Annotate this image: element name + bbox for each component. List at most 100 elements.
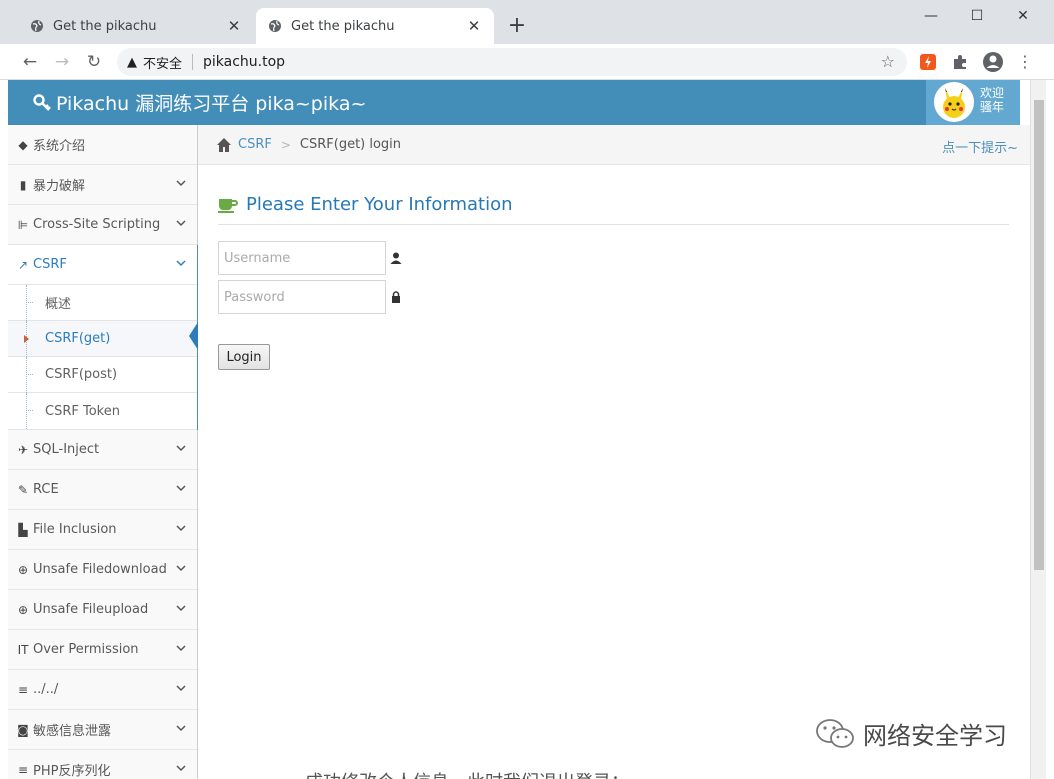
tree-line — [26, 357, 27, 393]
breadcrumb: CSRF > CSRF(get) login 点一下提示~ — [198, 125, 1030, 165]
tree-line — [26, 374, 33, 375]
reload-icon[interactable]: ↻ — [82, 50, 106, 74]
sidebar-subitem-csrf-post[interactable]: CSRF(post) — [8, 357, 197, 393]
welcome-text: 欢迎 骚年 — [980, 86, 1004, 114]
maximize-button[interactable]: ☐ — [954, 4, 1000, 28]
lock-icon — [392, 291, 400, 303]
user-menu[interactable]: 欢迎 骚年 — [926, 80, 1020, 125]
caption-text: 成功修改个人信息，此时我们退出登录： — [305, 768, 629, 779]
sitemap-icon: ⊫ — [17, 217, 29, 232]
username-field[interactable] — [218, 241, 386, 275]
share-icon: ↗ — [17, 257, 29, 272]
wechat-icon — [816, 718, 854, 748]
sidebar-item-sqli[interactable]: ✈ SQL-Inject — [8, 430, 197, 470]
sidebar-item-csrf[interactable]: ↗ CSRF — [8, 245, 197, 285]
breadcrumb-link[interactable]: CSRF — [238, 137, 272, 152]
address-bar[interactable]: ▲ 不安全 pikachu.top ☆ — [117, 48, 907, 76]
tree-line — [26, 393, 27, 429]
scrollbar-thumb[interactable] — [1034, 100, 1044, 570]
sidebar-item-label: Unsafe Fileupload — [33, 602, 149, 617]
tab-title: Get the pikachu — [291, 18, 395, 34]
sidebar-subitem-csrf-token[interactable]: CSRF Token — [8, 393, 197, 429]
file-icon: ▙ — [18, 522, 28, 537]
avatar[interactable] — [934, 82, 974, 122]
lock-icon: ▮ — [19, 177, 27, 192]
chevron-down-icon — [176, 260, 186, 267]
sidebar-item-label: Unsafe Filedownload — [33, 562, 167, 577]
close-tab-icon[interactable]: ✕ — [226, 17, 242, 35]
url-text[interactable]: pikachu.top — [203, 54, 285, 70]
sidebar-subitem-label: CSRF(post) — [45, 367, 118, 382]
browser-tab-active[interactable]: Get the pikachu ✕ — [256, 8, 494, 44]
chevron-down-icon — [176, 685, 186, 692]
sidebar: ◆ 系统介绍 ▮ 暴力破解 ⊫ Cross-Site Scripting ↗ C… — [8, 125, 198, 779]
forward-icon[interactable]: → — [50, 50, 74, 74]
back-icon[interactable]: ← — [18, 50, 42, 74]
chevron-down-icon — [176, 765, 186, 772]
page-header: Please Enter Your Information — [218, 194, 1009, 225]
pencil-icon: ✎ — [17, 482, 29, 497]
sidebar-item-label: 暴力破解 — [33, 179, 86, 194]
sidebar-item-infoleak[interactable]: ◙ 敏感信息泄露 — [8, 710, 197, 750]
align-left-icon: ≡ — [17, 682, 29, 697]
password-field[interactable] — [218, 280, 386, 314]
vertical-scrollbar[interactable] — [1030, 80, 1046, 779]
sidebar-item-label: 系统介绍 — [33, 139, 86, 154]
sidebar-item-label: RCE — [33, 482, 59, 497]
globe-icon — [31, 20, 43, 32]
brand-text: Pikachu 漏洞练习平台 pika~pika~ — [56, 93, 367, 115]
sidebar-subitem-label: CSRF Token — [45, 403, 120, 419]
home-icon[interactable] — [216, 137, 232, 153]
browser-tabstrip: Get the pikachu ✕ Get the pikachu ✕ + — … — [0, 0, 1054, 44]
camera-icon: ◙ — [17, 722, 29, 737]
breadcrumb-current: CSRF(get) login — [299, 137, 402, 152]
sidebar-item-label: Over Permission — [33, 642, 139, 657]
plane-icon: ✈ — [17, 442, 29, 457]
sidebar-item-bruteforce[interactable]: ▮ 暴力破解 — [8, 165, 197, 205]
sidebar-item-file-inclusion[interactable]: ▙ File Inclusion — [8, 510, 197, 550]
extension-icon[interactable] — [919, 53, 937, 71]
tab-title: Get the pikachu — [53, 18, 157, 34]
sidebar-item-label: ../../ — [33, 682, 59, 697]
globe-icon — [269, 20, 281, 32]
menu-kebab-icon[interactable]: ⋮ — [1013, 50, 1037, 74]
close-tab-icon[interactable]: ✕ — [466, 17, 482, 35]
sidebar-item-traversal[interactable]: ≡ ../../ — [8, 670, 197, 710]
new-tab-button[interactable]: + — [505, 12, 529, 40]
hint-link[interactable]: 点一下提示~ — [942, 137, 1018, 156]
sidebar-item-fileupload[interactable]: ⊕ Unsafe Fileupload — [8, 590, 197, 630]
sidebar-item-rce[interactable]: ✎ RCE — [8, 470, 197, 510]
minimize-button[interactable]: — — [908, 4, 954, 28]
chevron-down-icon — [176, 180, 186, 187]
sidebar-subitem-overview[interactable]: 概述 — [8, 285, 197, 321]
page-title: Please Enter Your Information — [246, 194, 513, 215]
bookmark-star-icon[interactable]: ☆ — [881, 52, 895, 71]
tree-line — [26, 410, 33, 411]
sidebar-subitem-csrf-get[interactable]: CSRF(get) — [8, 321, 197, 357]
tree-line — [26, 302, 33, 303]
browser-tab[interactable]: Get the pikachu ✕ — [18, 8, 254, 44]
breadcrumb-separator: > — [280, 137, 291, 152]
chevron-down-icon — [176, 485, 186, 492]
sidebar-item-filedownload[interactable]: ⊕ Unsafe Filedownload — [8, 550, 197, 590]
brand-title[interactable]: Pikachu 漏洞练习平台 pika~pika~ — [32, 89, 366, 116]
sidebar-item-unserialize[interactable]: ≡ PHP反序列化 — [8, 750, 197, 779]
chevron-down-icon — [176, 220, 186, 227]
login-button[interactable]: Login — [218, 344, 270, 370]
sidebar-item-xss[interactable]: ⊫ Cross-Site Scripting — [8, 205, 197, 245]
sidebar-item-intro[interactable]: ◆ 系统介绍 — [8, 125, 197, 165]
coffee-icon — [218, 199, 238, 213]
close-window-button[interactable]: ✕ — [1000, 4, 1046, 28]
download-circle-icon: ⊕ — [17, 562, 29, 577]
sidebar-item-label: SQL-Inject — [33, 442, 100, 457]
profile-icon[interactable] — [982, 51, 1004, 73]
tree-line — [26, 285, 27, 321]
divider — [192, 54, 194, 70]
security-label[interactable]: 不安全 — [143, 53, 182, 72]
align-left-icon: ≡ — [17, 762, 29, 777]
csrf-submenu: 概述 CSRF(get) CSRF(post) CSRF Token — [8, 285, 197, 430]
sidebar-item-over-permission[interactable]: IT Over Permission — [8, 630, 197, 670]
puzzle-icon[interactable] — [951, 53, 969, 71]
chevron-down-icon — [176, 645, 186, 652]
warning-icon[interactable]: ▲ — [127, 55, 137, 70]
